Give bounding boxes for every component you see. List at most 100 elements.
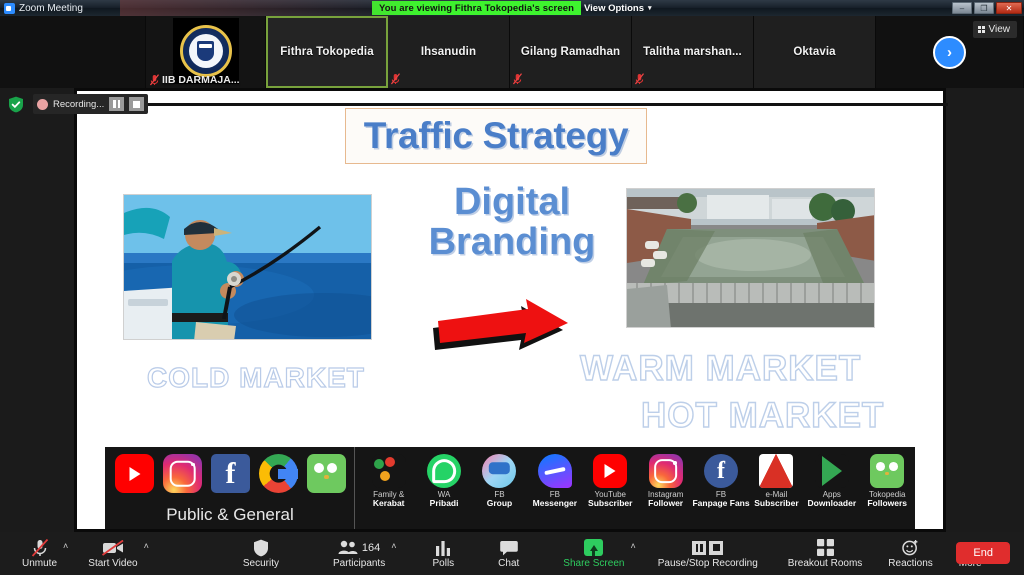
channel-family: Family & Kerabat: [363, 454, 415, 508]
warm-market-photo: [626, 188, 875, 328]
view-layout-button[interactable]: View: [972, 21, 1017, 38]
reactions-button[interactable]: Reactions: [882, 532, 938, 575]
youtube-icon: [593, 454, 628, 488]
thumbnail-participant-2[interactable]: Ihsanudin: [388, 16, 510, 88]
view-options-label: View Options: [584, 2, 645, 14]
start-video-label: Start Video: [88, 557, 138, 569]
channel-tokopedia: Tokopedia Followers: [861, 454, 913, 508]
thumbnail-participant-4[interactable]: Talitha marshan...: [632, 16, 754, 88]
thumbnail-name-1: Fithra Tokopedia: [280, 46, 374, 58]
google-icon: [259, 454, 298, 493]
whatsapp-icon: [427, 454, 462, 488]
participants-caret-icon[interactable]: ˄: [391, 541, 396, 551]
red-right-arrow-icon: [433, 299, 568, 350]
maximize-button[interactable]: ❐: [974, 2, 994, 14]
bar-chart-icon: [435, 539, 451, 557]
thumbnail-name-5: Oktavia: [793, 46, 836, 58]
general-group-caption: Public & General: [166, 505, 294, 524]
video-options-caret-icon[interactable]: ˄: [144, 541, 149, 551]
zoom-toolbar: Unmute ˄ Start Video ˄ Security 164 Part…: [0, 532, 1024, 575]
minimize-button[interactable]: –: [952, 2, 972, 14]
instagram-icon: [163, 454, 202, 493]
window-title: Zoom Meeting: [19, 2, 83, 14]
fb-fanpage-icon: [704, 454, 739, 488]
channel-caption-whatsapp: WA Pribadi: [429, 490, 459, 509]
fb-group-icon: [482, 454, 517, 488]
window-controls: – ❐ ✕: [952, 2, 1022, 14]
chat-bubble-icon: [499, 539, 518, 557]
recording-label: Pause/Stop Recording: [657, 557, 758, 569]
stop-recording-button[interactable]: [129, 97, 145, 111]
breakout-rooms-label: Breakout Rooms: [787, 557, 863, 569]
thumbnail-name-4: Talitha marshan...: [643, 46, 742, 58]
facebook-icon: [211, 454, 250, 493]
participants-icon-group: 164: [338, 539, 380, 557]
targeted-channel-group: Family & Kerabat WA Pribadi FB Group FB …: [355, 447, 915, 529]
polls-button[interactable]: Polls: [426, 532, 460, 575]
security-label: Security: [242, 557, 279, 569]
channel-caption-messenger: FB Messenger: [532, 490, 578, 509]
security-button[interactable]: Security: [237, 532, 285, 575]
thumbnail-name-2: Ihsanudin: [420, 46, 477, 58]
stop-icon: [709, 540, 724, 555]
breakout-rooms-button[interactable]: Breakout Rooms: [782, 532, 868, 575]
reactions-label: Reactions: [888, 557, 933, 569]
channel-caption-tokopedia: Tokopedia Followers: [867, 490, 908, 509]
channel-apps: Apps Downloader: [806, 454, 858, 508]
thumbnail-participant-5[interactable]: Oktavia: [754, 16, 876, 88]
muted-mic-icon: [513, 73, 522, 85]
audio-options-caret-icon[interactable]: ˄: [63, 541, 68, 551]
chat-button[interactable]: Chat: [492, 532, 525, 575]
channel-caption-email: e-Mail Subscriber: [754, 490, 799, 509]
thumbnail-name-0: IIB DARMAJA...: [162, 74, 240, 86]
share-screen-icon: [584, 539, 604, 557]
channel-caption-youtube: YouTube Subscriber: [588, 490, 633, 509]
thumbnail-participant-1[interactable]: Fithra Tokopedia: [266, 16, 388, 88]
slide-title: Traffic Strategy: [363, 115, 629, 156]
slide-title-box: Traffic Strategy: [345, 108, 647, 164]
center-heading: Digital Branding: [407, 182, 617, 263]
share-screen-label: Share Screen: [563, 557, 625, 569]
warm-market-label: WARM MARKET: [579, 348, 862, 388]
pause-stop-recording-button[interactable]: Pause/Stop Recording: [652, 532, 764, 575]
center-heading-line2: Branding: [428, 220, 596, 263]
close-button[interactable]: ✕: [996, 2, 1022, 14]
muted-mic-icon: [391, 73, 400, 85]
start-video-button[interactable]: Start Video: [82, 532, 143, 575]
youtube-icon: [115, 454, 154, 493]
screen-share-banner: You are viewing Fithra Tokopedia's scree…: [372, 1, 582, 15]
share-screen-button[interactable]: Share Screen: [557, 532, 630, 575]
recording-status-label: Recording...: [53, 98, 105, 110]
green-shield-icon: [9, 96, 23, 113]
channel-whatsapp: WA Pribadi: [418, 454, 470, 508]
zoom-icon: [4, 2, 15, 14]
people-icon: [338, 540, 358, 554]
gmail-icon: [759, 454, 794, 488]
fishing-photo-illustration: [124, 195, 371, 339]
participants-count: 164: [361, 541, 381, 554]
channel-email: e-Mail Subscriber: [750, 454, 802, 508]
muted-mic-icon: [150, 74, 159, 86]
share-options-caret-icon[interactable]: ˄: [630, 541, 635, 551]
thumbnail-name-3: Gilang Ramadhan: [520, 46, 621, 58]
end-meeting-button[interactable]: End: [956, 542, 1010, 564]
recording-indicator: Recording...: [33, 94, 149, 114]
reactions-smiley-icon: [902, 539, 919, 557]
thumbnail-participant-3[interactable]: Gilang Ramadhan: [510, 16, 632, 88]
channel-fb-fanpage: FBFanpage Fans: [692, 454, 750, 508]
recording-controls-icon-group: [692, 539, 724, 557]
shared-screen-area: Recording... Traffic Strategy Digital Br…: [0, 88, 1024, 532]
pause-recording-button[interactable]: [109, 97, 125, 111]
general-channel-group: Public & General: [105, 447, 355, 529]
participant-thumbnail-strip: IIB DARMAJA... Fithra Tokopedia Ihsanudi…: [0, 16, 1024, 88]
chevron-down-icon: ▾: [648, 5, 652, 12]
view-options-button[interactable]: View Options ▾: [584, 1, 652, 15]
unmute-button[interactable]: Unmute: [16, 532, 63, 575]
channel-caption-apps: Apps Downloader: [807, 490, 857, 509]
channel-fb-group: FB Group: [473, 454, 525, 508]
cold-market-photo: [123, 194, 372, 340]
participants-button[interactable]: 164 Participants: [327, 532, 391, 575]
thumbnail-participant-0[interactable]: IIB DARMAJA...: [146, 16, 266, 88]
cold-market-label: COLD MARKET: [146, 361, 365, 393]
next-page-button[interactable]: ›: [933, 35, 966, 69]
